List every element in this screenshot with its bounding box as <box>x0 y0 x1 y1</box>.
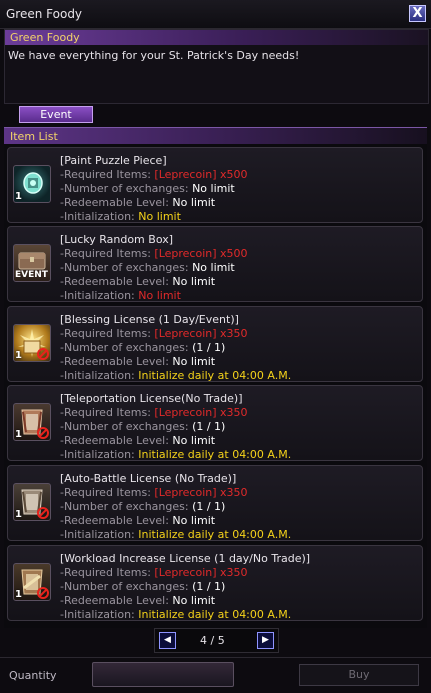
npc-name: Green Foody <box>10 31 80 44</box>
required-label: -Required Items: <box>60 327 151 340</box>
level-label: -Redeemable Level: <box>60 355 169 368</box>
level-value: No limit <box>172 594 216 607</box>
no-trade-icon <box>37 348 49 360</box>
required-label: -Required Items: <box>60 486 151 499</box>
item-count: 1 <box>15 429 22 440</box>
required-value: [Leprecoin] x350 <box>154 327 248 340</box>
exchanges-label: -Number of exchanges: <box>60 420 189 433</box>
required-value: [Leprecoin] x500 <box>154 247 248 260</box>
item-card-teleportation-license[interactable]: 1 [Teleportation License(No Trade)] -Req… <box>7 385 423 461</box>
window-title: Green Foody <box>6 7 83 21</box>
init-value: No limit <box>138 289 181 302</box>
item-card-blessing-license[interactable]: 1 [Blessing License (1 Day/Event)] -Requ… <box>7 306 423 382</box>
item-name: [Workload Increase License (1 day/No Tra… <box>60 552 311 565</box>
exchanges-value: No limit <box>192 182 235 195</box>
buy-button[interactable]: Buy <box>299 664 419 686</box>
item-list-header: Item List <box>4 127 427 144</box>
next-arrow-icon[interactable]: ▶ <box>257 632 274 649</box>
init-value: Initialize daily at 04:00 A.M. <box>138 528 292 541</box>
required-label: -Required Items: <box>60 247 151 260</box>
level-value: No limit <box>172 275 216 288</box>
level-label: -Redeemable Level: <box>60 514 169 527</box>
level-label: -Redeemable Level: <box>60 434 169 447</box>
puzzle-piece-icon: 1 <box>13 165 51 203</box>
icon-event-text: EVENT <box>15 270 48 280</box>
close-button[interactable]: X <box>409 5 426 22</box>
license-scroll-icon: 1 <box>13 563 51 601</box>
init-label: -Initialization: <box>60 528 135 541</box>
no-trade-icon <box>37 587 49 599</box>
npc-dialog-panel: Green Foody We have everything for your … <box>4 29 429 104</box>
init-label: -Initialization: <box>60 369 135 382</box>
page-indicator: 4 / 5 <box>200 634 225 647</box>
exchanges-value: (1 / 1) <box>192 341 226 354</box>
quantity-input[interactable] <box>92 662 234 687</box>
exchanges-label: -Number of exchanges: <box>60 500 189 513</box>
init-label: -Initialization: <box>60 448 135 461</box>
exchanges-value: (1 / 1) <box>192 500 226 513</box>
required-label: -Required Items: <box>60 406 151 419</box>
npc-name-bar: Green Foody <box>5 30 428 45</box>
required-label: -Required Items: <box>60 566 151 579</box>
item-card-workload-increase-license[interactable]: 1 [Workload Increase License (1 day/No T… <box>7 545 423 621</box>
item-count: 1 <box>15 191 22 202</box>
prev-arrow-icon[interactable]: ◀ <box>159 632 176 649</box>
required-value: [Leprecoin] x350 <box>154 406 248 419</box>
item-name: [Auto-Battle License (No Trade)] <box>60 472 237 485</box>
tab-event[interactable]: Event <box>19 106 93 123</box>
init-value: Initialize daily at 04:00 A.M. <box>138 608 292 621</box>
footer-bar: Quantity Buy <box>0 657 431 693</box>
exchanges-value: (1 / 1) <box>192 420 226 433</box>
level-value: No limit <box>172 355 216 368</box>
item-count: 1 <box>15 589 22 600</box>
level-label: -Redeemable Level: <box>60 275 169 288</box>
no-trade-icon <box>37 507 49 519</box>
required-value: [Leprecoin] x350 <box>154 566 248 579</box>
item-list: 1 [Paint Puzzle Piece] -Required Items: … <box>4 144 427 628</box>
init-label: -Initialization: <box>60 608 135 621</box>
pagination: ◀ 4 / 5 ▶ <box>154 628 279 653</box>
item-card-auto-battle-license[interactable]: 1 [Auto-Battle License (No Trade)] -Requ… <box>7 465 423 541</box>
exchanges-label: -Number of exchanges: <box>60 261 189 274</box>
title-bar: Green Foody X <box>0 0 431 29</box>
exchanges-label: -Number of exchanges: <box>60 580 189 593</box>
init-label: -Initialization: <box>60 210 135 223</box>
item-card-lucky-random-box[interactable]: EVENT [Lucky Random Box] -Required Items… <box>7 226 423 302</box>
init-value: Initialize daily at 04:00 A.M. <box>138 448 292 461</box>
init-value: Initialize daily at 04:00 A.M. <box>138 369 292 382</box>
exchanges-label: -Number of exchanges: <box>60 341 189 354</box>
exchanges-label: -Number of exchanges: <box>60 182 189 195</box>
init-value: No limit <box>138 210 181 223</box>
exchanges-value: (1 / 1) <box>192 580 226 593</box>
level-value: No limit <box>172 514 216 527</box>
quantity-label: Quantity <box>9 669 57 682</box>
init-label: -Initialization: <box>60 289 135 302</box>
level-label: -Redeemable Level: <box>60 196 169 209</box>
item-count: 1 <box>15 509 22 520</box>
license-scroll-icon: 1 <box>13 403 51 441</box>
item-name: [Lucky Random Box] <box>60 233 174 246</box>
level-value: No limit <box>172 434 216 447</box>
level-value: No limit <box>172 196 216 209</box>
item-name: [Paint Puzzle Piece] <box>60 154 167 167</box>
item-name: [Teleportation License(No Trade)] <box>60 392 243 405</box>
item-list-label: Item List <box>10 130 58 143</box>
item-card-paint-puzzle-piece[interactable]: 1 [Paint Puzzle Piece] -Required Items: … <box>7 147 423 223</box>
npc-greeting: We have everything for your St. Patrick'… <box>8 49 300 62</box>
blessing-license-icon: 1 <box>13 324 51 362</box>
required-value: [Leprecoin] x500 <box>154 168 248 181</box>
no-trade-icon <box>37 427 49 439</box>
event-chest-icon: EVENT <box>13 244 51 282</box>
required-label: -Required Items: <box>60 168 151 181</box>
item-name: [Blessing License (1 Day/Event)] <box>60 313 239 326</box>
item-count: 1 <box>15 350 22 361</box>
license-scroll-icon: 1 <box>13 483 51 521</box>
exchanges-value: No limit <box>192 261 235 274</box>
required-value: [Leprecoin] x350 <box>154 486 248 499</box>
level-label: -Redeemable Level: <box>60 594 169 607</box>
